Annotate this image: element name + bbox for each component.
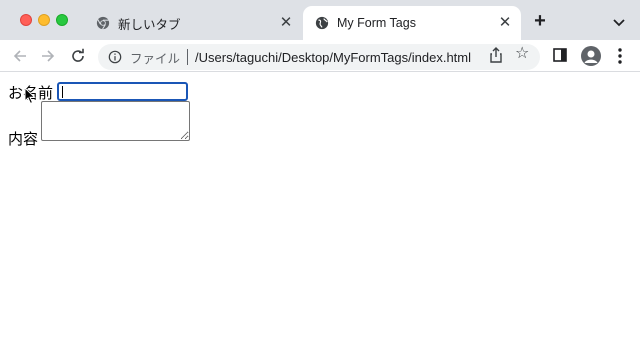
share-icon[interactable] [488, 47, 504, 63]
address-divider [187, 49, 189, 65]
globe-icon [315, 16, 329, 30]
tab-strip: 新しいタブ ✕ My Form Tags ✕ + [0, 0, 640, 40]
tab-title: 新しいタブ [118, 17, 181, 32]
tab-close-button[interactable]: ✕ [278, 15, 294, 31]
mouse-cursor-icon [24, 87, 36, 105]
forward-button[interactable] [38, 46, 58, 66]
minimize-window-button[interactable] [38, 14, 50, 26]
scheme-label: ファイル [130, 51, 181, 66]
profile-avatar[interactable] [581, 46, 601, 66]
bookmark-star-icon[interactable]: ☆ [515, 44, 529, 64]
tab-close-button[interactable]: ✕ [497, 15, 513, 31]
side-panel-icon[interactable] [553, 48, 567, 62]
address-bar[interactable]: ファイル /Users/taguchi/Desktop/MyFormTags/i… [98, 44, 540, 70]
name-input[interactable] [57, 82, 188, 101]
chevron-down-icon[interactable] [611, 14, 627, 30]
maximize-window-button[interactable] [56, 14, 68, 26]
close-window-button[interactable] [20, 14, 32, 26]
tab-title: My Form Tags [337, 16, 416, 30]
reload-button[interactable] [68, 46, 88, 66]
url-text[interactable]: /Users/taguchi/Desktop/MyFormTags/index.… [195, 50, 471, 65]
chrome-icon [96, 16, 110, 30]
more-menu-icon[interactable] [616, 46, 624, 66]
arrow-left-icon [13, 50, 26, 62]
reload-icon [72, 48, 84, 62]
tab-new-tab[interactable]: 新しいタブ ✕ [84, 6, 302, 40]
info-icon[interactable] [108, 50, 122, 64]
content-label: 内容 [8, 130, 39, 148]
tab-my-form-tags[interactable]: My Form Tags ✕ [303, 6, 521, 40]
page-content: お名前 内容 [0, 73, 640, 360]
browser-window: 新しいタブ ✕ My Form Tags ✕ + ファイル /Users/tag… [0, 0, 640, 360]
content-textarea[interactable] [41, 101, 190, 141]
back-button[interactable] [10, 46, 30, 66]
text-caret [62, 86, 63, 98]
person-icon [584, 50, 598, 63]
new-tab-button[interactable]: + [530, 11, 550, 32]
browser-toolbar: ファイル /Users/taguchi/Desktop/MyFormTags/i… [0, 40, 640, 72]
arrow-right-icon [42, 50, 55, 62]
